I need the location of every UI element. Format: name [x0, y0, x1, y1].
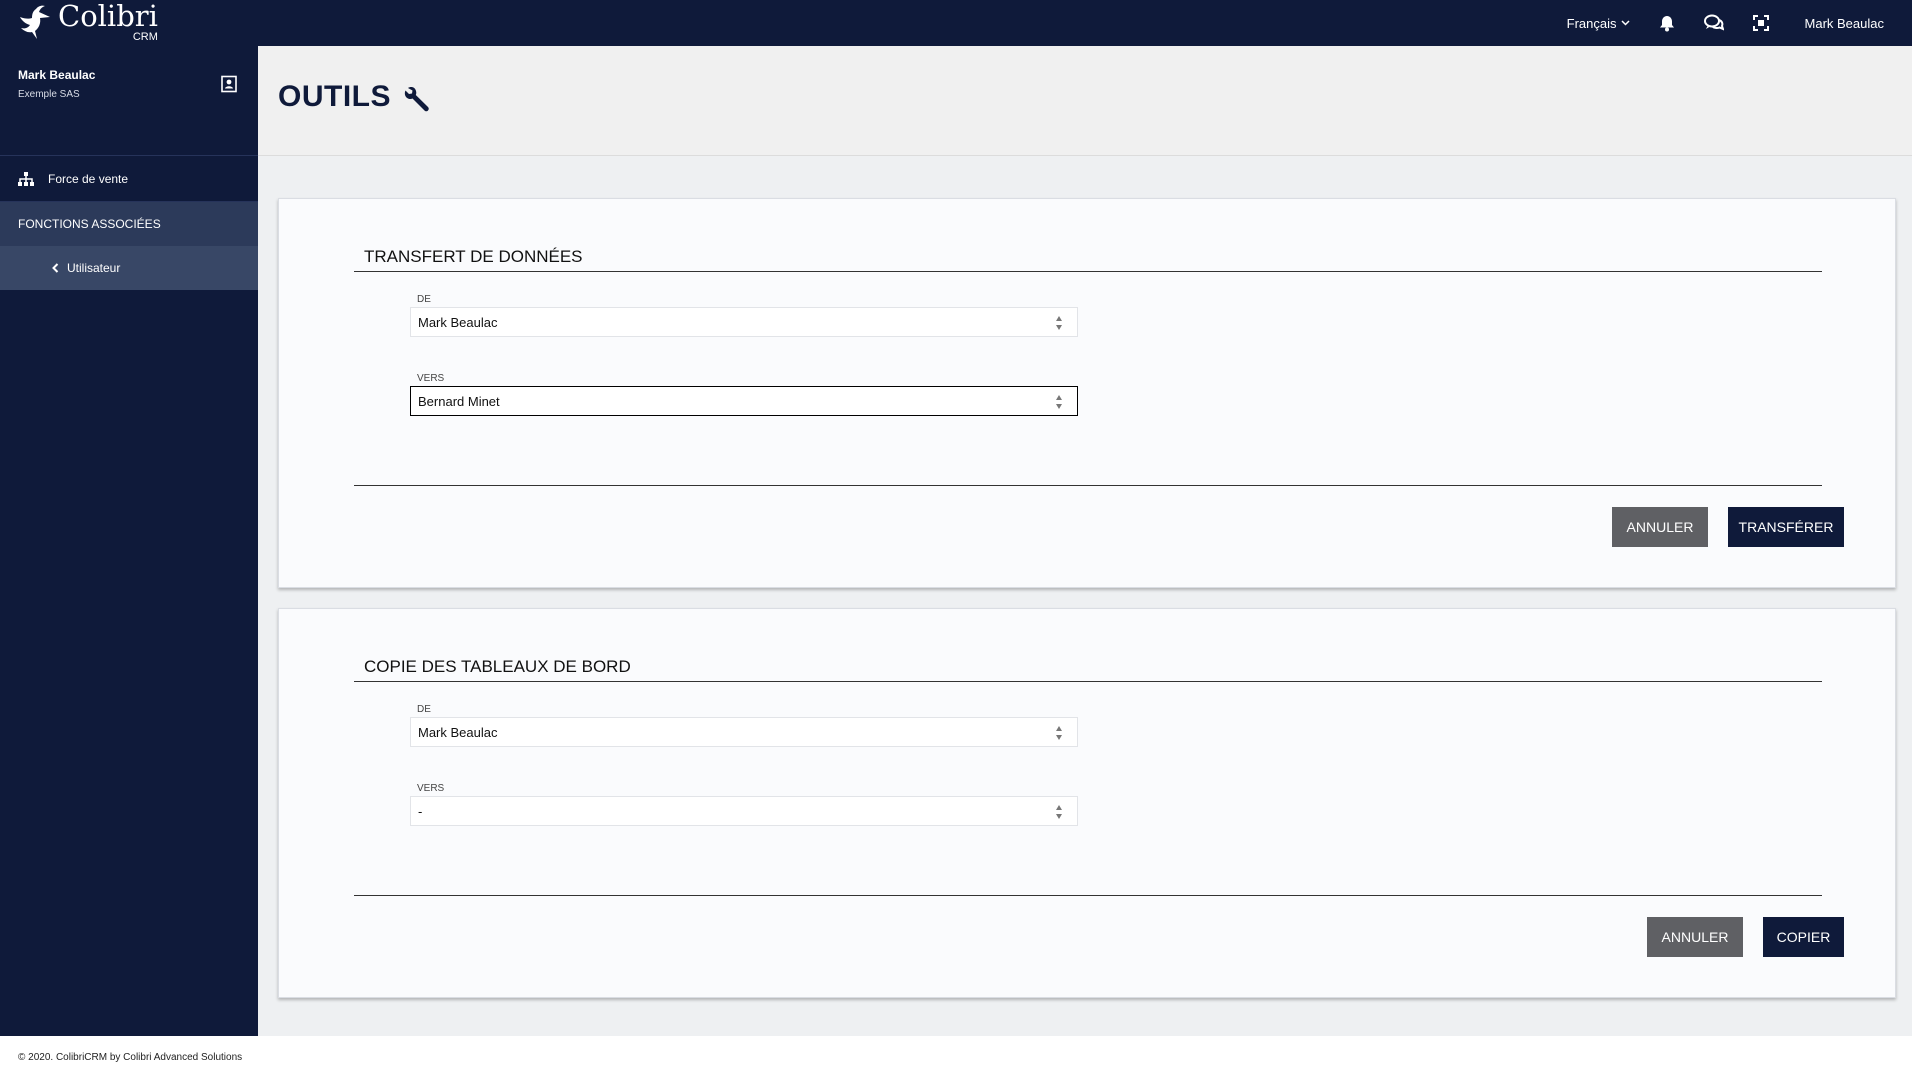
from-select-value: Mark Beaulac [418, 724, 498, 740]
to-select[interactable]: Bernard Minet [410, 386, 1078, 416]
from-select[interactable]: Mark Beaulac [410, 307, 1078, 337]
language-label: Français [1566, 15, 1617, 31]
chevron-down-icon [1620, 20, 1630, 26]
data-transfer-panel: TRANSFERT DE DONNÉES DE Mark Beaulac VER… [278, 198, 1896, 588]
wrench-icon [404, 87, 429, 112]
focus-frame-icon [1752, 15, 1769, 31]
sidebar-item-sales-force[interactable]: Force de vente [0, 156, 258, 202]
profile-block: Mark Beaulac Exemple SAS [0, 46, 258, 156]
divider [354, 485, 1822, 486]
divider [354, 895, 1822, 896]
language-selector[interactable]: Français [1567, 16, 1630, 31]
copy-button[interactable]: COPIER [1763, 917, 1844, 957]
cancel-button[interactable]: ANNULER [1647, 917, 1743, 957]
messages-button[interactable] [1703, 12, 1725, 34]
logo-name: Colibri [58, 0, 158, 33]
top-bar: Colibri CRM Français Mark Beaulac [0, 0, 1912, 46]
panel-title: TRANSFERT DE DONNÉES [364, 247, 583, 266]
section-header-related-functions: FONCTIONS ASSOCIÉES [0, 202, 258, 246]
fullscreen-button[interactable] [1750, 12, 1772, 34]
to-select-value: - [418, 803, 423, 819]
contact-card-icon[interactable] [220, 75, 238, 93]
panel-title: COPIE DES TABLEAUX DE BORD [364, 657, 631, 676]
dashboard-copy-panel: COPIE DES TABLEAUX DE BORD DE Mark Beaul… [278, 608, 1896, 998]
to-label: VERS [417, 783, 445, 794]
from-label: DE [417, 294, 431, 305]
sidebar-item-label: Force de vente [48, 171, 129, 186]
profile-company: Exemple SAS [18, 89, 80, 100]
sort-arrows-icon [1056, 395, 1062, 409]
org-chart-icon [18, 171, 34, 186]
sort-arrows-icon [1056, 316, 1062, 330]
from-select-value: Mark Beaulac [418, 314, 498, 330]
page-header: OUTILS [258, 46, 1912, 156]
chat-bubbles-icon [1703, 14, 1724, 31]
sort-arrows-icon [1056, 726, 1062, 740]
profile-name: Mark Beaulac [18, 68, 96, 82]
cancel-button[interactable]: ANNULER [1612, 507, 1708, 547]
user-menu[interactable]: Mark Beaulac [1805, 16, 1884, 31]
sidebar-item-user[interactable]: Utilisateur [0, 246, 258, 290]
divider [354, 681, 1822, 682]
main-content: OUTILS TRANSFERT DE DONNÉES DE Mark Beau… [258, 46, 1912, 1036]
hummingbird-icon [20, 5, 50, 39]
logo-subtitle: CRM [132, 31, 158, 43]
to-select-value: Bernard Minet [418, 393, 500, 409]
logo[interactable]: Colibri CRM [16, 0, 158, 46]
bell-icon [1659, 15, 1674, 31]
sort-arrows-icon [1056, 805, 1062, 819]
chevron-left-icon [52, 263, 59, 273]
from-label: DE [417, 704, 431, 715]
copyright-text: © 2020. ColibriCRM by Colibri Advanced S… [18, 1051, 243, 1063]
divider [354, 271, 1822, 272]
transfer-button[interactable]: TRANSFÉRER [1728, 507, 1844, 547]
page-title: OUTILS [278, 80, 391, 113]
footer: © 2020. ColibriCRM by Colibri Advanced S… [0, 1036, 1912, 1078]
notifications-button[interactable] [1656, 12, 1678, 34]
to-select[interactable]: - [410, 796, 1078, 826]
to-label: VERS [417, 373, 445, 384]
sidebar: Mark Beaulac Exemple SAS Force de vente … [0, 46, 258, 1036]
sidebar-item-label: Utilisateur [67, 261, 121, 275]
from-select[interactable]: Mark Beaulac [410, 717, 1078, 747]
section-header-label: FONCTIONS ASSOCIÉES [18, 217, 161, 231]
